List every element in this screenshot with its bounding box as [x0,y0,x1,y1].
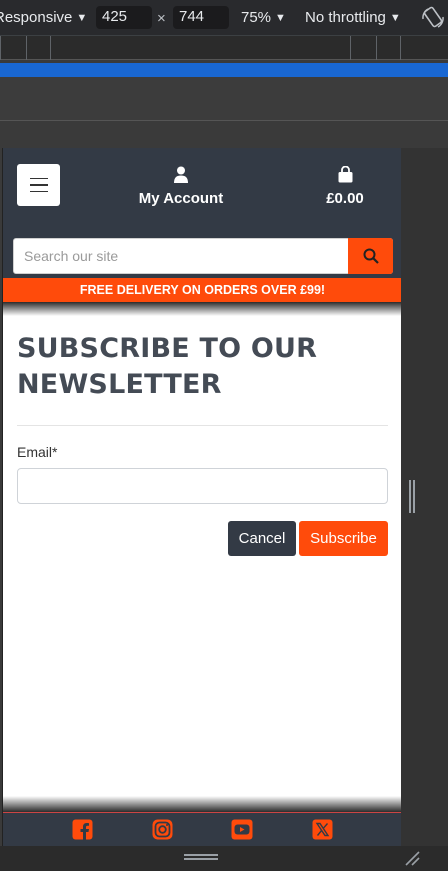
media-query-ruler [0,36,448,60]
ruler-area [0,77,448,121]
resize-corner-icon[interactable] [404,850,420,866]
devtools-toolbar: Responsive ▼ 425 × 744 75% ▼ No throttling… [0,0,448,36]
instagram-icon[interactable] [152,819,174,841]
cart-link[interactable]: £0.00 [315,165,375,207]
chevron-down-icon: ▼ [275,12,286,25]
form-actions: Cancel Subscribe [228,521,388,556]
page-title: SUBSCRIBE TO OUR NEWSLETTER [17,333,318,400]
throttling-select[interactable]: No throttling ▼ [305,9,401,26]
cart-total: £0.00 [326,190,364,207]
email-field[interactable] [17,468,388,504]
height-input[interactable]: 744 [173,6,229,29]
menu-bar [29,177,48,180]
page-viewport: My Account £0.00 FREE DELIVERY ON ORDERS… [2,148,401,846]
zoom-select[interactable]: 75% ▼ [241,9,286,26]
menu-bar [29,190,48,193]
cancel-button[interactable]: Cancel [228,521,296,556]
search-button[interactable] [348,238,393,274]
search-icon [363,248,379,264]
promo-banner: FREE DELIVERY ON ORDERS OVER £99! [3,278,401,302]
hamburger-menu-button[interactable] [17,164,60,206]
search-input[interactable] [14,239,348,273]
account-label: My Account [138,190,224,207]
resize-handle-bottom[interactable] [184,854,218,860]
divider [17,425,388,426]
facebook-icon[interactable] [72,819,94,841]
chevron-down-icon: ▼ [76,12,88,25]
resize-handle-right[interactable] [409,480,415,513]
x-icon[interactable] [311,819,333,841]
subscribe-button[interactable]: Subscribe [299,521,388,556]
times-sign: × [157,10,166,27]
newsletter-form: SUBSCRIBE TO OUR NEWSLETTER Email* Cance… [17,331,388,556]
footer-shadow [3,796,401,812]
throttling-label: No throttling [305,9,386,26]
menu-bar [29,184,48,186]
rotate-icon[interactable] [420,5,446,31]
user-icon [174,166,188,183]
shopping-bag-icon [338,165,352,183]
site-header: My Account £0.00 [3,148,401,278]
width-input[interactable]: 425 [96,6,152,29]
chevron-down-icon: ▼ [389,12,401,25]
media-query-bar[interactable] [0,63,448,77]
youtube-icon[interactable] [231,819,253,841]
search-bar [13,238,393,274]
my-account-link[interactable]: My Account [133,166,229,207]
device-label: Responsive [0,9,73,26]
banner-shadow [3,302,401,316]
device-select[interactable]: Responsive ▼ [0,9,87,26]
email-label: Email* [17,444,58,460]
zoom-label: 75% [241,9,272,26]
bottom-gutter [0,846,448,871]
social-footer [3,812,401,846]
